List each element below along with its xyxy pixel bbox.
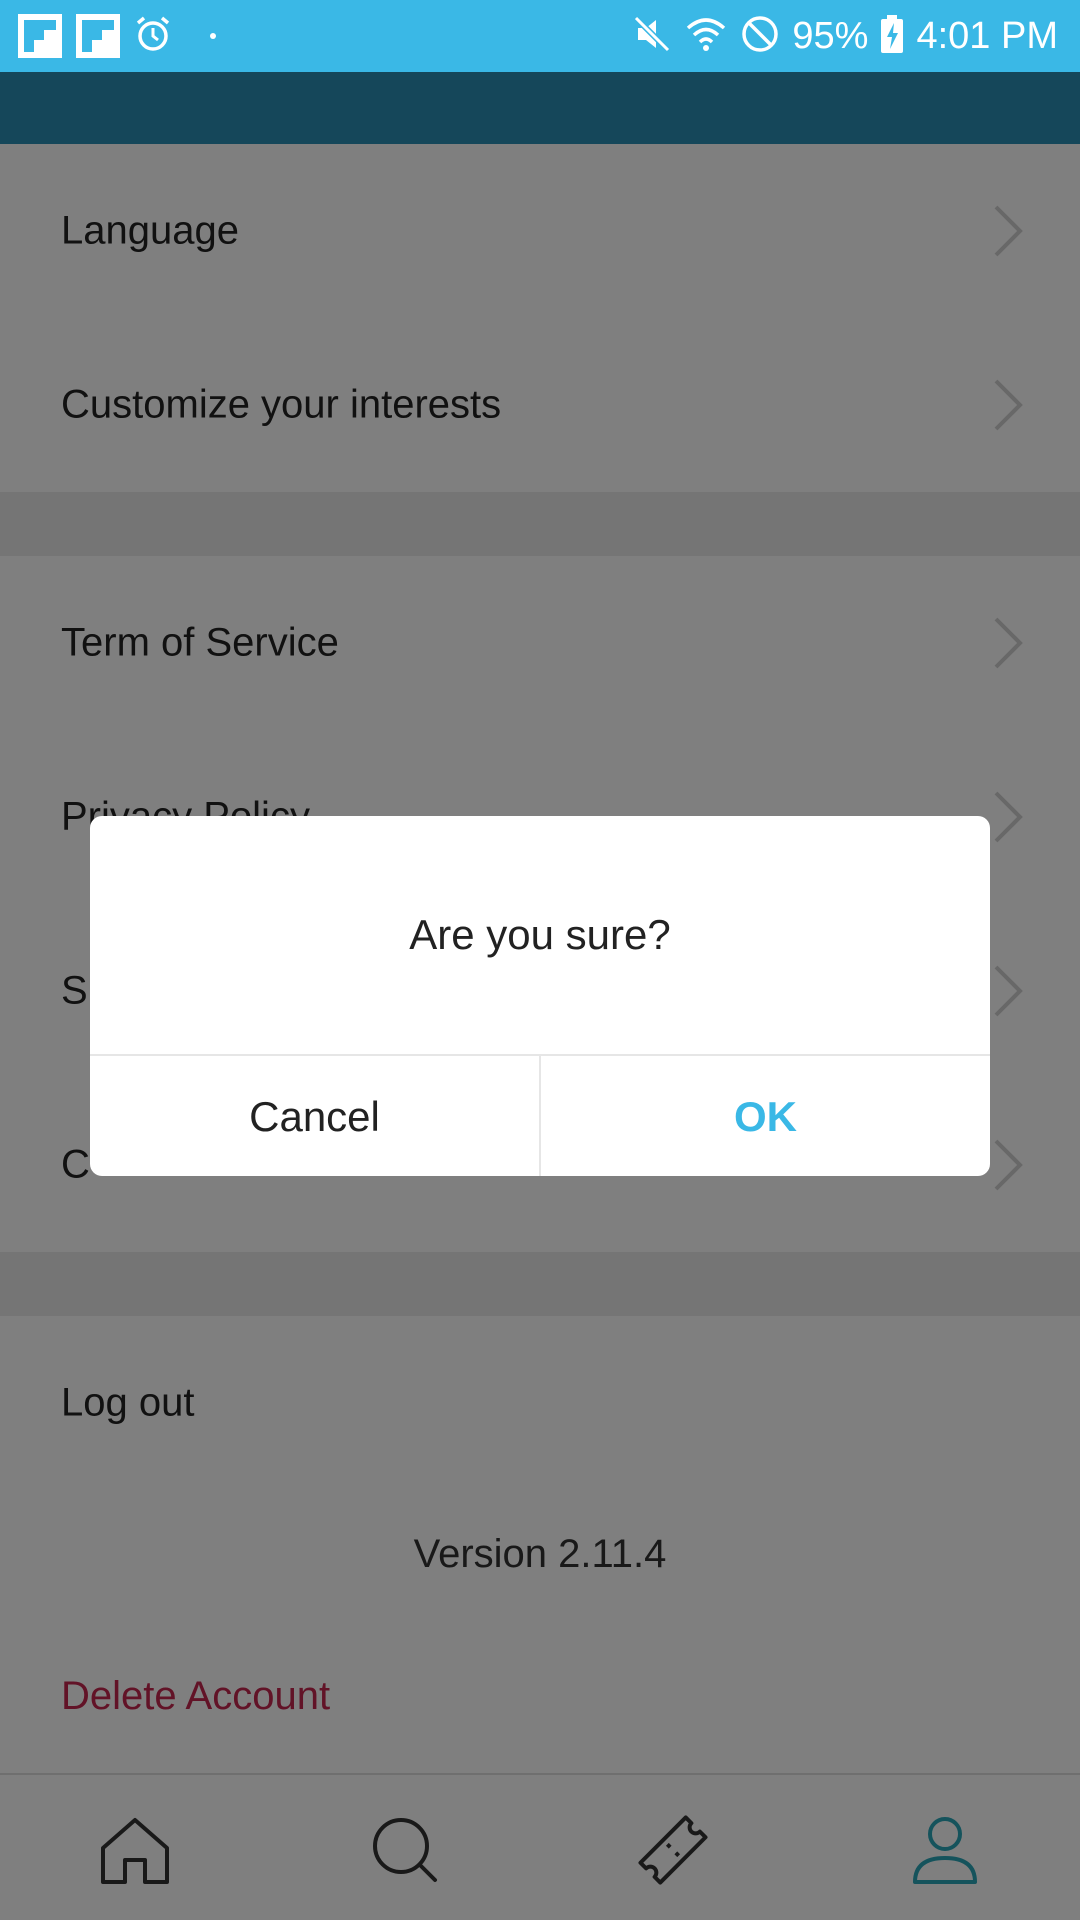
battery-charging-icon — [880, 14, 904, 59]
flipboard-icon — [76, 14, 120, 58]
battery-percent: 95% — [792, 14, 869, 57]
dialog-message: Are you sure? — [409, 911, 671, 958]
wifi-icon — [684, 14, 728, 59]
cancel-button[interactable]: Cancel — [90, 1056, 541, 1176]
mute-icon — [632, 14, 672, 59]
clock: 4:01 PM — [916, 14, 1058, 57]
dialog-actions: Cancel OK — [90, 1054, 990, 1176]
flipboard-icon — [18, 14, 62, 58]
status-bar: 95% 4:01 PM — [0, 0, 1080, 72]
confirm-dialog: Are you sure? Cancel OK — [90, 816, 990, 1176]
notification-dot — [210, 33, 216, 39]
ok-button[interactable]: OK — [541, 1056, 990, 1176]
alarm-icon — [134, 15, 172, 58]
do-not-disturb-icon — [740, 14, 780, 59]
